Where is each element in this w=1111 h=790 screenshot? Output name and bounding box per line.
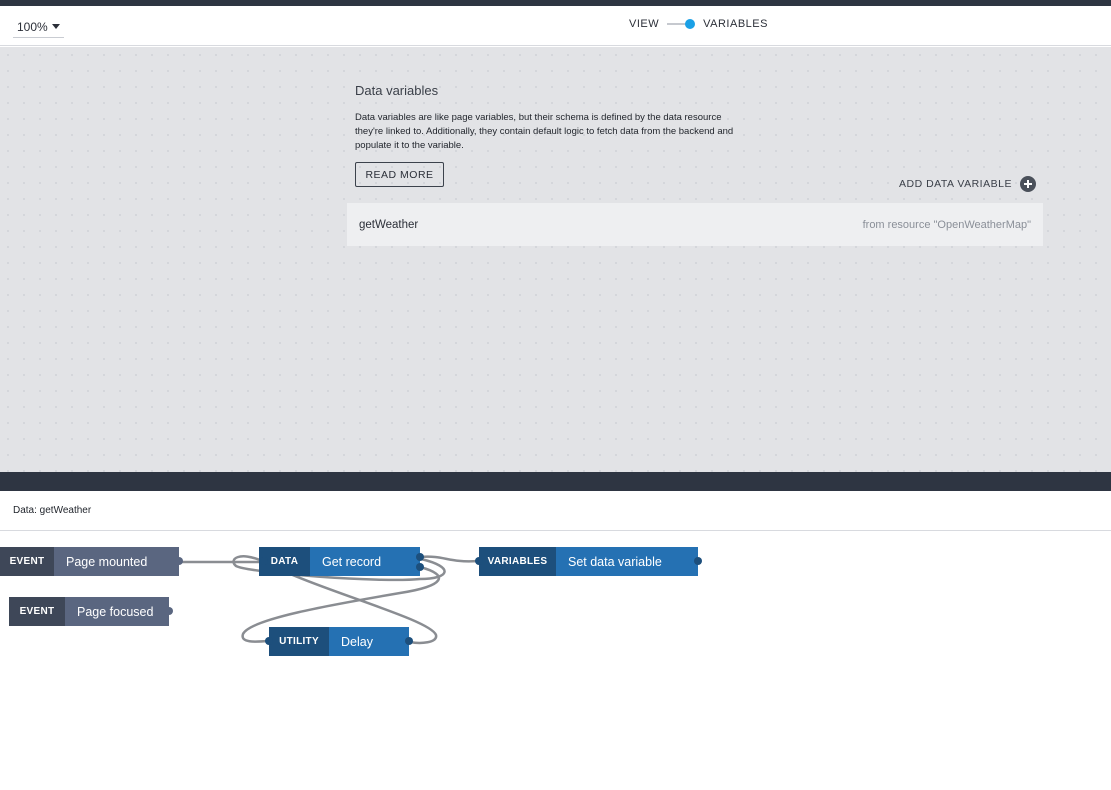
logic-panel-resize-bar[interactable] [0,472,1111,491]
add-data-variable-label: ADD DATA VARIABLE [899,177,1012,190]
node-label-set-data-variable: Set data variable [556,547,698,576]
node-label-page-mounted: Page mounted [54,547,179,576]
output-port[interactable] [405,637,413,645]
node-label-delay: Delay [329,627,409,656]
input-port[interactable] [265,637,273,645]
toggle-label-view: VIEW [629,18,660,30]
read-more-button[interactable]: READ MORE [355,162,444,187]
node-label-get-record: Get record [310,547,420,576]
output-port[interactable] [165,607,173,615]
zoom-value: 100% [17,19,48,34]
canvas-toolbar: 100% VIEW VARIABLES [0,6,1111,46]
node-tag-event: EVENT [9,597,65,626]
node-page-focused[interactable]: EVENT Page focused [9,597,173,626]
input-port[interactable] [475,557,483,565]
output-port[interactable] [694,557,702,565]
node-page-mounted[interactable]: EVENT Page mounted [0,547,183,576]
flow-connections [180,555,480,645]
data-variables-title: Data variables [355,83,439,98]
logic-flow-panel: Data: getWeather EVENT Page mounted EVEN… [0,491,1111,790]
add-data-variable-button[interactable]: ADD DATA VARIABLE [899,175,1036,192]
node-tag-variables: VARIABLES [479,547,556,576]
toggle-switch[interactable] [667,18,696,30]
plus-circle-icon [1019,175,1036,192]
output-port[interactable] [416,553,424,561]
toggle-knob [685,19,696,29]
node-tag-event: EVENT [0,547,54,576]
variable-name: getWeather [359,218,419,231]
node-tag-utility: UTILITY [269,627,329,656]
node-label-page-focused: Page focused [65,597,169,626]
variable-source: from resource "OpenWeatherMap" [862,218,1031,231]
variables-canvas: Data variables Data variables are like p… [0,47,1111,472]
input-port[interactable] [260,557,268,565]
data-variable-row[interactable]: getWeather from resource "OpenWeatherMap… [347,203,1043,246]
toggle-label-variables: VARIABLES [703,18,768,30]
node-get-record[interactable]: DATA Get record [259,547,424,576]
view-variables-toggle[interactable]: VIEW VARIABLES [629,16,768,32]
output-port[interactable] [175,557,183,565]
data-variables-description: Data variables are like page variables, … [355,112,734,151]
output-port[interactable] [416,563,424,571]
zoom-dropdown[interactable]: 100% [13,16,64,38]
node-delay[interactable]: UTILITY Delay [265,627,413,656]
caret-down-icon [51,24,60,29]
node-set-data-variable[interactable]: VARIABLES Set data variable [475,547,702,576]
